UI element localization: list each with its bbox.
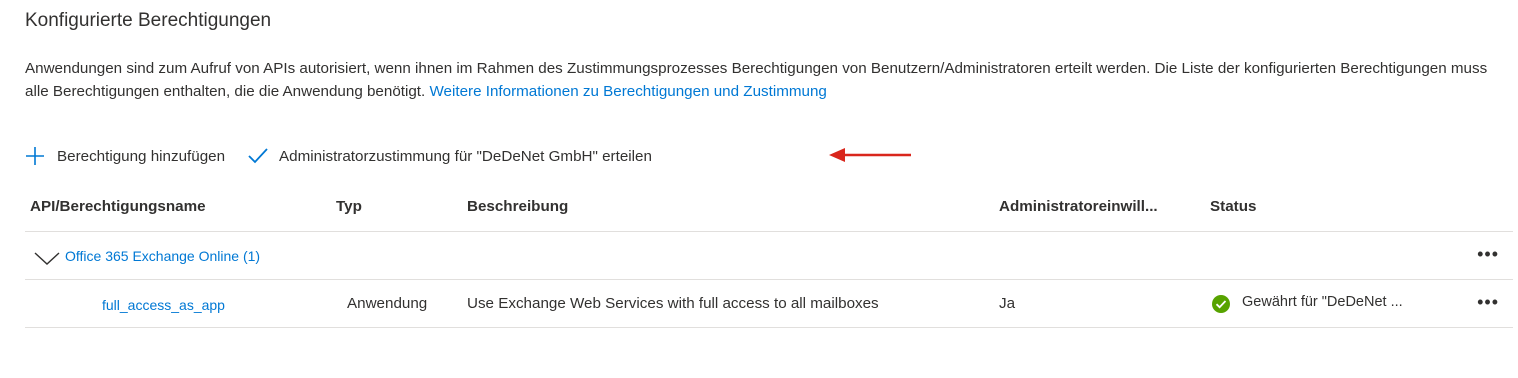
description: Anwendungen sind zum Aufruf von APIs aut… [25, 57, 1495, 103]
chevron-down-icon[interactable] [34, 252, 60, 269]
plus-icon [25, 146, 45, 166]
column-header-description[interactable]: Beschreibung [467, 198, 568, 215]
add-permission-label: Berechtigung hinzufügen [57, 147, 226, 165]
column-header-type[interactable]: Typ [336, 198, 362, 215]
group-row[interactable]: Office 365 Exchange Online (1) ••• [25, 232, 1513, 280]
table-header: API/Berechtigungsname Typ Beschreibung A… [25, 185, 1513, 232]
permissions-table: API/Berechtigungsname Typ Beschreibung A… [25, 185, 1513, 328]
section-title: Konfigurierte Berechtigungen [25, 10, 272, 31]
column-header-status[interactable]: Status [1210, 198, 1256, 215]
group-label[interactable]: Office 365 Exchange Online (1) [65, 248, 260, 264]
more-options-button[interactable]: ••• [1477, 292, 1499, 313]
checkmark-icon [247, 147, 269, 165]
add-permission-button[interactable]: Berechtigung hinzufügen [25, 146, 225, 166]
permission-type: Anwendung [347, 295, 428, 312]
grant-admin-consent-button[interactable]: Administratorzustimmung für "DeDeNet Gmb… [225, 147, 652, 165]
annotation-arrow-icon [827, 146, 913, 169]
status-text: Gewährt für "DeDeNet ... [1242, 294, 1403, 310]
column-header-api[interactable]: API/Berechtigungsname [30, 198, 206, 215]
permission-name-link[interactable]: full_access_as_app [102, 297, 225, 313]
table-row[interactable]: full_access_as_app Anwendung Use Exchang… [25, 280, 1513, 328]
permission-description: Use Exchange Web Services with full acce… [467, 295, 879, 312]
learn-more-link[interactable]: Weitere Informationen zu Berechtigungen … [430, 83, 827, 100]
admin-consent-value: Ja [999, 295, 1016, 312]
check-circle-icon [1212, 295, 1230, 317]
grant-admin-consent-label: Administratorzustimmung für "DeDeNet Gmb… [279, 147, 652, 165]
more-options-button[interactable]: ••• [1477, 244, 1499, 265]
column-header-admin-consent[interactable]: Administratoreinwill... [999, 198, 1158, 215]
toolbar: Berechtigung hinzufügen Administratorzus… [25, 141, 652, 171]
